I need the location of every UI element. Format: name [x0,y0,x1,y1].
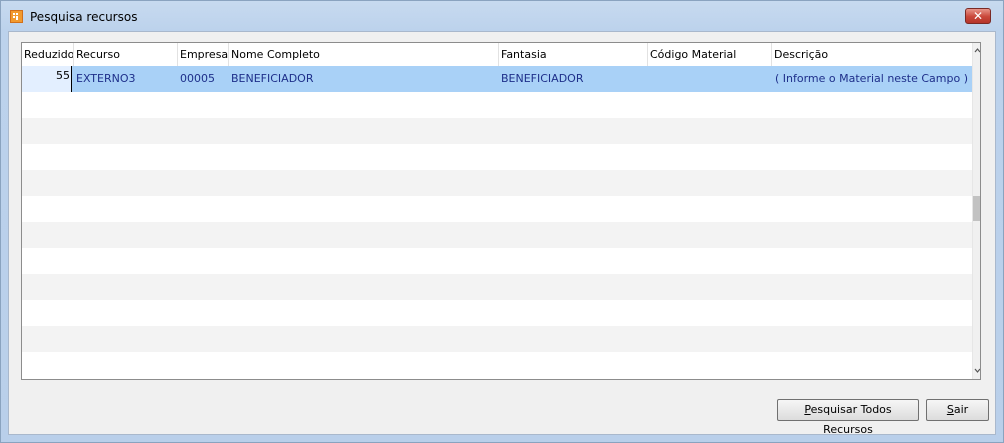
column-header-reduzido[interactable]: Reduzido [22,43,74,66]
scroll-down-icon[interactable] [973,363,980,378]
empty-row [22,326,972,352]
column-header-empresa[interactable]: Empresa [178,43,229,66]
grid-header: Reduzido Recurso Empresa Nome Completo F… [22,43,972,67]
vertical-scrollbar[interactable] [972,43,980,379]
search-all-label: esquisar Todos Recursos [810,403,892,436]
exit-button[interactable]: Sair [926,399,989,421]
cell-descricao[interactable]: ( Informe o Material neste Campo ) [772,66,972,92]
exit-mnemonic: S [946,403,954,416]
empty-row [22,196,972,222]
scroll-thumb[interactable] [973,196,980,221]
app-icon [10,10,23,23]
grid-rows: 55 EXTERNO3 00005 BENEFICIADOR BENEFICIA… [22,66,972,379]
cell-recurso[interactable]: EXTERNO3 [74,66,178,92]
column-header-codigo-material[interactable]: Código Material [648,43,772,66]
column-header-fantasia[interactable]: Fantasia [499,43,648,66]
column-header-descricao[interactable]: Descrição [772,43,972,66]
close-button[interactable]: ✕ [965,8,991,24]
cell-empresa[interactable]: 00005 [178,66,229,92]
title-bar: Pesquisa recursos ✕ [1,1,1003,31]
dialog-body: Reduzido Recurso Empresa Nome Completo F… [8,31,996,436]
empty-row [22,118,972,144]
exit-label: air [953,403,969,416]
empty-row [22,248,972,274]
empty-row [22,170,972,196]
empty-row [22,92,972,118]
cell-fantasia[interactable]: BENEFICIADOR [499,66,648,92]
window-title: Pesquisa recursos [30,10,138,24]
empty-row [22,352,972,378]
cell-nome-completo[interactable]: BENEFICIADOR [229,66,499,92]
table-row[interactable]: 55 EXTERNO3 00005 BENEFICIADOR BENEFICIA… [22,66,972,92]
empty-row [22,274,972,300]
column-header-nome-completo[interactable]: Nome Completo [229,43,499,66]
column-header-recurso[interactable]: Recurso [74,43,178,66]
empty-row [22,144,972,170]
pesquisa-recursos-window: Pesquisa recursos ✕ Reduzido Recurso Emp… [0,0,1004,443]
cell-codigo-material[interactable] [648,66,772,92]
scroll-up-icon[interactable] [973,43,980,58]
cell-reduzido[interactable]: 55 [22,66,72,92]
empty-row [22,222,972,248]
empty-row [22,300,972,326]
close-icon[interactable]: ✕ [973,9,983,23]
resources-grid[interactable]: Reduzido Recurso Empresa Nome Completo F… [21,42,981,380]
search-all-resources-button[interactable]: Pesquisar Todos Recursos [777,399,919,436]
